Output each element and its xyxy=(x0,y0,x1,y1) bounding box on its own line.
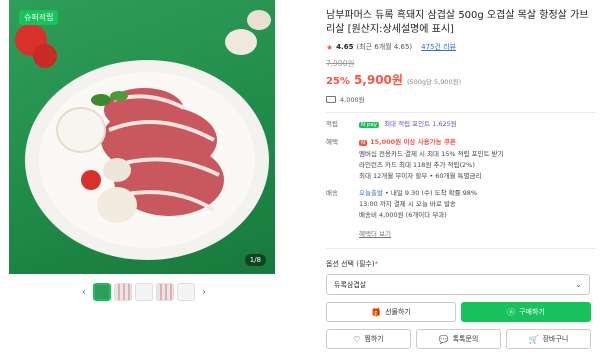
ship-line-3: 배송비 4,000원 (6개이다 부과) xyxy=(359,211,447,219)
chat-icon: 💬 xyxy=(438,334,449,344)
review-link[interactable]: 475건 리뷰 xyxy=(421,42,456,52)
ship-line-2: 13:00 까지 결제 시 오늘 바로 발송 xyxy=(359,200,456,208)
installment-line: 최대 12개월 무이자 할부 • 60개월 특별금리 xyxy=(359,172,482,180)
coupon-text[interactable]: 15,000원 이상 사용가능 쿠폰 xyxy=(370,138,456,146)
delivery-label: 배송 xyxy=(326,189,338,197)
super-points-badge: 슈퍼적립 xyxy=(19,10,59,25)
divider xyxy=(326,248,596,249)
card-line: 라인런즈 카드 최대 118원 추가 적립(2%) xyxy=(359,161,475,169)
chevron-left-icon[interactable]: ‹ xyxy=(78,287,90,298)
points-row: 적립 N pay 최대 적립 포인트 1,625원 xyxy=(326,119,596,131)
option-select[interactable]: 듀록삼겹살 ⌄ xyxy=(326,274,590,295)
cart-button-label: 장바구니 xyxy=(542,335,569,343)
price-row: 25% 5,900원 (500g당 5,900원) xyxy=(326,71,596,88)
thumbnail[interactable] xyxy=(93,283,111,301)
required-mark: * xyxy=(374,260,379,268)
chevron-right-icon[interactable]: › xyxy=(198,287,210,298)
benefit-label: 혜택 xyxy=(326,138,338,146)
delivery-fee: 4,000원 xyxy=(326,94,596,104)
points-label: 적립 xyxy=(326,120,338,128)
points-text: 최대 적립 포인트 1,625원 xyxy=(384,120,457,128)
product-photo xyxy=(15,10,271,260)
thumbnail[interactable] xyxy=(135,283,153,301)
delivery-row: 배송 오늘출발 • 내일 9.30 (수) 도착 확률 98% 13:00 까지… xyxy=(326,188,596,221)
cart-button[interactable]: 🛒 장바구니 xyxy=(506,329,591,349)
secondary-actions: ♡ 찜하기 💬 톡톡문의 🛒 장바구니 xyxy=(326,329,596,349)
buy-button[interactable]: ⓝ 구매하기 xyxy=(461,302,591,322)
talk-button[interactable]: 💬 톡톡문의 xyxy=(416,329,501,349)
gift-button[interactable]: 🎁 선물하기 xyxy=(326,302,456,322)
buy-button-label: 구매하기 xyxy=(519,308,545,316)
thumbnail-strip: ‹ › xyxy=(78,280,210,304)
cart-icon: 🛒 xyxy=(528,334,539,344)
option-label: 옵션 선택 (필수)* xyxy=(326,259,596,269)
npay-circle-icon: ⓝ xyxy=(507,307,516,317)
sale-price: 5,900원 xyxy=(353,73,403,87)
membership-line: 멤버십 전용카드 결제 시 최대 15% 적립 포인트 받기 xyxy=(359,150,504,158)
option-selected-value: 듀록삼겹살 xyxy=(334,280,367,289)
divider xyxy=(326,112,596,113)
rating-detail: (최근 6개월 4.65) xyxy=(356,43,413,51)
star-icon: ★ xyxy=(326,42,334,52)
rating: ★ 4.65 (최근 6개월 4.65) 475건 리뷰 xyxy=(326,42,596,52)
product-image[interactable]: 슈퍼적립 1/8 xyxy=(9,0,275,274)
product-title: 남부파머스 듀록 흑돼지 삼겹살 500g 오겹살 목살 항정살 가브리살 [원… xyxy=(326,10,589,35)
thumbnail[interactable] xyxy=(114,283,132,301)
wish-button-label: 찜하기 xyxy=(364,335,384,343)
truck-icon xyxy=(326,95,336,103)
heart-icon: ♡ xyxy=(353,334,361,344)
discount-rate: 25% xyxy=(326,76,350,87)
benefit-row: 혜택 N 15,000원 이상 사용가능 쿠폰 멤버십 전용카드 결제 시 최대 … xyxy=(326,137,596,182)
unit-price: (500g당 5,900원) xyxy=(406,78,462,86)
gift-icon: 🎁 xyxy=(371,307,382,317)
chevron-down-icon: ⌄ xyxy=(575,280,582,289)
ship-line-1: • 내일 9.30 (수) 도착 확률 98% xyxy=(385,189,478,197)
wish-button[interactable]: ♡ 찜하기 xyxy=(326,329,411,349)
thumbnail[interactable] xyxy=(156,283,174,301)
primary-actions: 🎁 선물하기 ⓝ 구매하기 xyxy=(326,302,596,322)
today-ship-badge: 오늘출발 xyxy=(359,189,383,197)
thumbnail[interactable] xyxy=(177,283,195,301)
product-info: 남부파머스 듀록 흑돼지 삼겹살 500g 오겹살 목살 항정살 가브리살 [원… xyxy=(326,0,596,349)
option-label-text: 옵션 선택 (필수) xyxy=(326,260,375,268)
gift-button-label: 선물하기 xyxy=(385,308,411,316)
rating-score: 4.65 xyxy=(336,43,354,51)
original-price: 7,900원 xyxy=(326,59,355,68)
npay-icon: N pay xyxy=(359,122,379,128)
delivery-fee-value: 4,000원 xyxy=(340,96,365,104)
coupon-icon: N xyxy=(359,140,368,146)
talk-button-label: 톡톡문의 xyxy=(452,335,479,343)
image-counter: 1/8 xyxy=(244,254,266,266)
more-benefits-link[interactable]: 혜택더 보기 xyxy=(359,228,391,238)
